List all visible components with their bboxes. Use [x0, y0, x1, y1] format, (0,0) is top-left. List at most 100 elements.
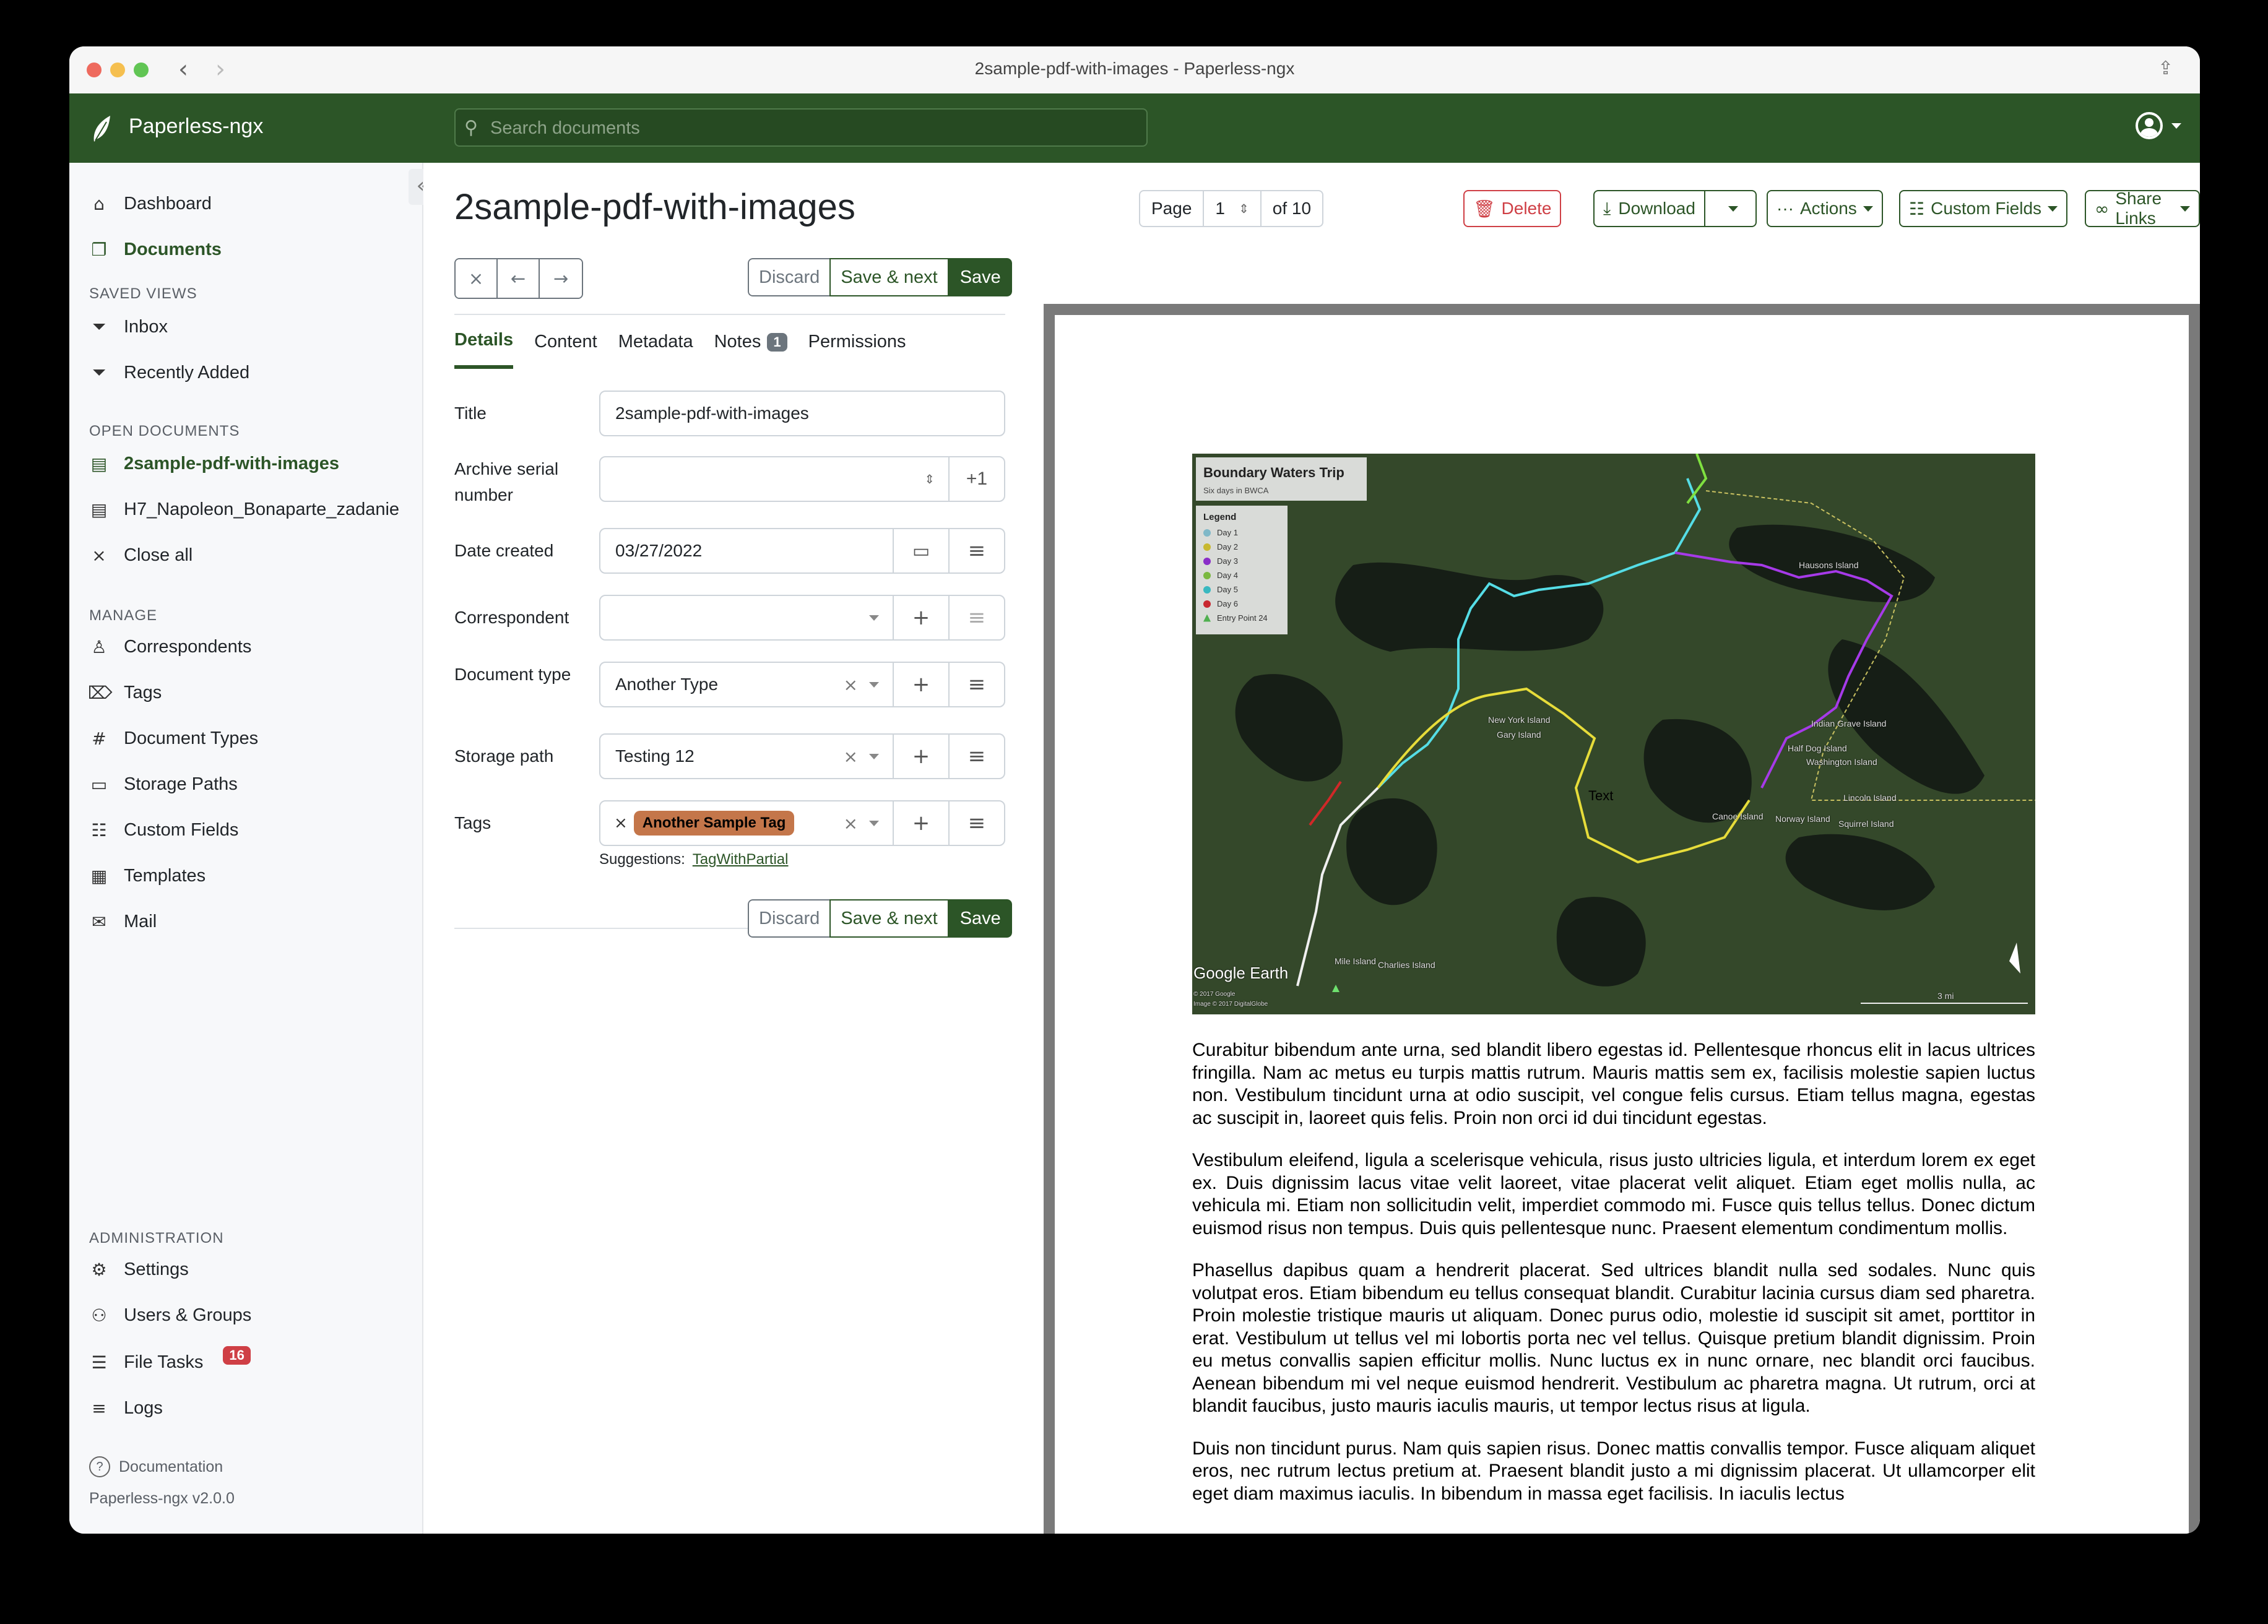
save-next-button[interactable]: Save & next [829, 258, 949, 296]
trash-icon: 🗑 [1473, 198, 1495, 219]
discard-button[interactable]: Discard [748, 899, 830, 938]
caret-down-icon [1728, 205, 1739, 212]
suggestion-link[interactable]: TagWithPartial [693, 851, 789, 868]
file-ruled-icon: ▦ [90, 866, 108, 886]
document-type-select[interactable]: Another Type × + ≡ [599, 662, 1005, 707]
sidebar-item-document-types[interactable]: # Document Types [88, 728, 258, 749]
share-links-dropdown[interactable]: ∞ Share Links [2085, 189, 2200, 228]
user-menu[interactable] [2136, 112, 2181, 139]
pdf-paragraph: Curabitur bibendum ante urna, sed blandi… [1192, 1040, 2035, 1128]
save-group-bottom: Discard Save & next Save [748, 899, 1012, 938]
pdf-paragraph: Phasellus dapibus quam a hendrerit place… [1192, 1260, 2035, 1416]
legend-item: Day 1 [1203, 528, 1238, 537]
next-document-button[interactable]: → [540, 259, 582, 298]
sidebar-item-settings[interactable]: ⚙ Settings [88, 1259, 189, 1280]
search-icon: ⚲ [464, 118, 478, 138]
sidebar-item-custom-fields[interactable]: ☷ Custom Fields [88, 820, 238, 840]
actions-dropdown[interactable]: ··· Actions [1767, 190, 1883, 227]
document-type-value: Another Type [615, 675, 719, 694]
tab-content[interactable]: Content [534, 330, 597, 369]
save-next-button[interactable]: Save & next [829, 899, 949, 938]
filter-icon[interactable]: ≡ [948, 663, 1004, 706]
storage-path-select[interactable]: Testing 12 × + ≡ [599, 733, 1005, 779]
legend-swatch [1203, 543, 1211, 551]
tab-permissions[interactable]: Permissions [808, 330, 906, 369]
delete-button[interactable]: 🗑 Delete [1463, 190, 1562, 227]
sidebar-open-document[interactable]: ▤ H7_Napoleon_Bonaparte_zadanie [88, 499, 399, 520]
asn-plus-one-button[interactable]: +1 [948, 457, 1004, 501]
clear-icon[interactable]: × [844, 813, 858, 834]
filter-icon[interactable]: ≡ [948, 529, 1004, 572]
caret-down-icon [2180, 205, 2190, 212]
save-button[interactable]: Save [948, 899, 1012, 938]
sidebar-item-label: Dashboard [124, 194, 212, 214]
filter-icon[interactable]: ≡ [948, 735, 1004, 778]
tab-metadata[interactable]: Metadata [618, 330, 693, 369]
page-title: 2sample-pdf-with-images [454, 187, 855, 227]
legend-item: Day 5 [1203, 585, 1238, 594]
page-input[interactable]: 1 ⇕ [1204, 191, 1262, 226]
sidebar-item-label: Settings [124, 1259, 189, 1279]
sidebar-item-tags[interactable]: ⌦ Tags [88, 683, 162, 703]
download-dropdown-toggle[interactable] [1712, 191, 1755, 226]
map-legend: Legend Day 1 Day 2 Day 3 Day 4 Day 5 Day… [1196, 506, 1288, 634]
sidebar-item-users-groups[interactable]: ⚇ Users & Groups [88, 1305, 251, 1326]
sidebar-item-documents[interactable]: ❐ Documents [88, 240, 221, 260]
sidebar-close-all[interactable]: × Close all [88, 545, 193, 566]
sidebar-item-logs[interactable]: ≡ Logs [88, 1398, 163, 1419]
sidebar-item-storage-paths[interactable]: ▭ Storage Paths [88, 774, 238, 795]
add-storage-path-button[interactable]: + [893, 735, 948, 778]
previous-document-button[interactable]: ← [498, 259, 540, 298]
calendar-icon[interactable]: ▭ [893, 529, 948, 572]
clear-icon[interactable]: × [844, 675, 858, 695]
number-spinner-icon[interactable]: ⇕ [924, 472, 935, 486]
sidebar-item-file-tasks[interactable]: ☰ File Tasks 16 [88, 1345, 251, 1373]
pdf-viewer[interactable]: Boundary Waters Trip Six days in BWCA Le… [1044, 304, 2200, 1534]
filter-icon[interactable]: ≡ [948, 596, 1004, 639]
add-document-type-button[interactable]: + [893, 663, 948, 706]
brand-name[interactable]: Paperless-ngx [129, 114, 263, 139]
app-window: ‹ › 2sample-pdf-with-images - Paperless-… [69, 46, 2200, 1534]
filter-icon[interactable]: ≡ [948, 801, 1004, 845]
clear-icon[interactable]: × [844, 746, 858, 767]
title-input[interactable]: 2sample-pdf-with-images [599, 391, 1005, 436]
share-icon[interactable]: ⇪ [2158, 58, 2183, 82]
close-document-button[interactable]: × [456, 259, 498, 298]
ui-radios-icon: ☷ [1909, 198, 1925, 219]
tab-details[interactable]: Details [454, 330, 514, 369]
sidebar-item-recently-added[interactable]: ⏷ Recently Added [88, 362, 249, 383]
tab-notes[interactable]: Notes 1 [714, 330, 787, 369]
sidebar-item-inbox[interactable]: ⏷ Inbox [88, 316, 168, 337]
download-button[interactable]: ⤓ Download [1595, 191, 1705, 226]
remove-tag-icon[interactable]: × [600, 814, 628, 832]
add-tag-button[interactable]: + [893, 801, 948, 845]
save-button[interactable]: Save [948, 258, 1012, 296]
sidebar-item-correspondents[interactable]: ♙ Correspondents [88, 637, 251, 657]
page-spinner-icon[interactable]: ⇕ [1239, 201, 1249, 216]
tags-select[interactable]: × Another Sample Tag × + ≡ [599, 800, 1005, 846]
window-title: 2sample-pdf-with-images - Paperless-ngx [974, 59, 1295, 78]
discard-button[interactable]: Discard [748, 258, 830, 296]
sidebar-item-templates[interactable]: ▦ Templates [88, 866, 206, 886]
map-title: Boundary Waters Trip [1203, 465, 1344, 480]
custom-fields-dropdown[interactable]: ☷ Custom Fields [1899, 190, 2068, 227]
question-circle-icon: ? [89, 1456, 110, 1477]
chevron-down-icon [869, 615, 879, 621]
date-created-input[interactable]: 03/27/2022 ▭ ≡ [599, 528, 1005, 574]
sidebar-item-mail[interactable]: ✉ Mail [88, 912, 157, 932]
sidebar-item-dashboard[interactable]: ⌂ Dashboard [88, 194, 212, 214]
documentation-label: Documentation [119, 1458, 223, 1475]
search-box[interactable]: ⚲ [454, 108, 1148, 147]
download-button-group: ⤓ Download [1593, 190, 1757, 227]
documentation-link[interactable]: ? Documentation [89, 1456, 223, 1477]
asn-input[interactable]: ⇕ +1 [599, 456, 1005, 502]
add-correspondent-button[interactable]: + [893, 596, 948, 639]
correspondent-select[interactable]: + ≡ [599, 595, 1005, 641]
search-input[interactable] [489, 110, 1135, 147]
map-label: Hausons Island [1799, 560, 1859, 570]
sidebar-open-document[interactable]: ▤ 2sample-pdf-with-images [88, 454, 339, 474]
tab-label: Content [534, 332, 597, 352]
field-label: Date created [454, 541, 554, 560]
files-icon: ❐ [91, 240, 107, 260]
tab-label: Notes [714, 332, 761, 352]
